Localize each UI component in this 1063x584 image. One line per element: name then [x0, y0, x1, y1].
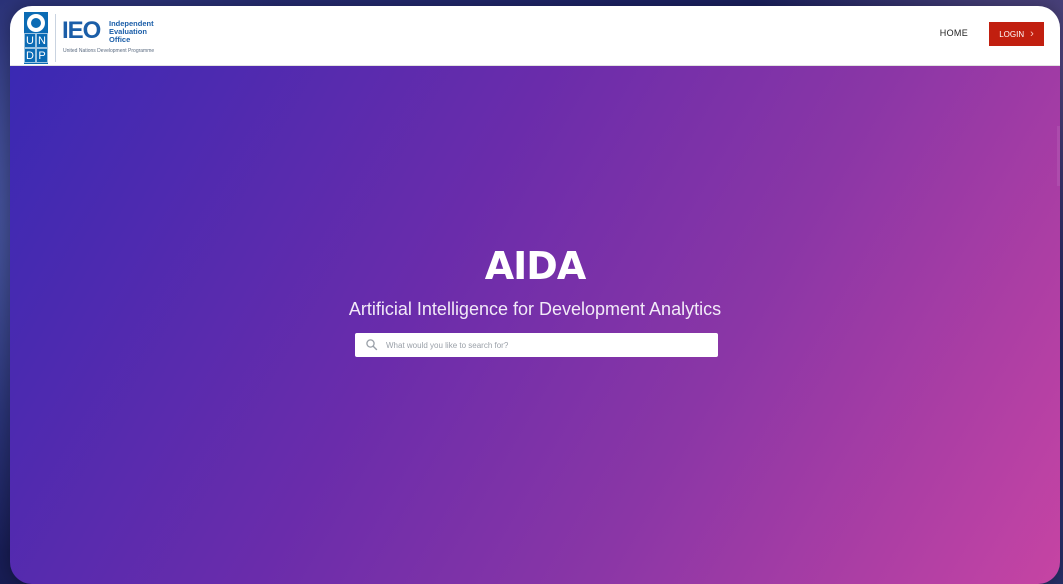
browser-viewport: U N D P IEO Independent Evaluation Offic… [10, 6, 1060, 584]
hero-title: AIDA [484, 244, 587, 288]
search-box[interactable] [355, 333, 718, 357]
site-header: U N D P IEO Independent Evaluation Offic… [10, 6, 1060, 66]
undp-letters: U N D P [24, 33, 48, 63]
undp-logo[interactable]: U N D P [24, 12, 48, 64]
search-input[interactable] [384, 333, 718, 357]
login-button-label: LOGIN [999, 29, 1025, 39]
search-icon [366, 339, 378, 351]
login-button[interactable]: LOGIN › [989, 22, 1044, 46]
undp-letter: D [24, 48, 36, 63]
ieo-name-line: Office [109, 35, 131, 44]
un-emblem-icon [27, 14, 45, 32]
undp-letter: P [36, 48, 48, 63]
scrollbar[interactable] [1057, 126, 1060, 186]
ieo-logo-text: Independent Evaluation Office [109, 20, 154, 44]
hero-section: AIDA Artificial Intelligence for Develop… [10, 66, 1060, 584]
chevron-right-icon: › [1030, 28, 1034, 40]
logo-divider [55, 14, 56, 62]
undp-letter: U [24, 33, 36, 48]
ieo-logo-mark[interactable]: IEO [62, 18, 101, 44]
hero-subtitle: Artificial Intelligence for Development … [348, 299, 722, 319]
ieo-subtext: United Nations Development Programme [63, 48, 155, 54]
nav-home-link[interactable]: HOME [940, 28, 968, 38]
undp-letter: N [36, 33, 48, 48]
